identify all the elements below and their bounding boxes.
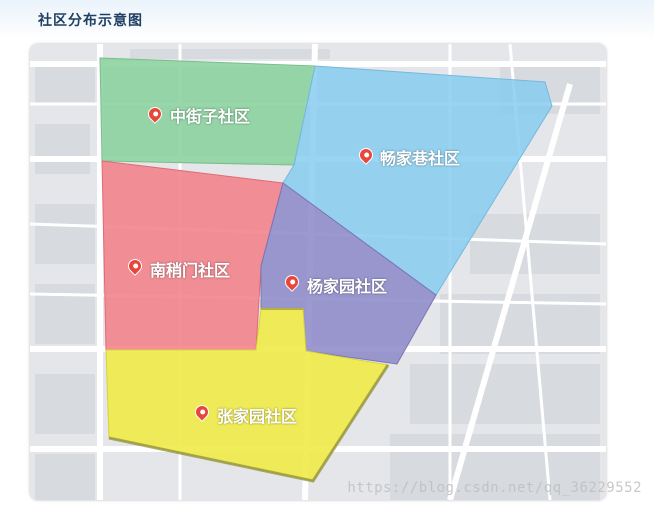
district-label-zhongjiezi: 中街子社区 (170, 107, 251, 126)
district-label-yangjiayuan: 杨家园社区 (307, 277, 388, 296)
map-canvas (30, 44, 606, 500)
map[interactable]: 中街子社区 畅家巷社区 南稍门社区 杨家园社区 张家园社区 (30, 44, 606, 500)
district-label-zhangjiayuan: 张家园社区 (217, 407, 298, 426)
page-title: 社区分布示意图 (38, 13, 143, 29)
watermark: https://blog.csdn.net/qq_36229552 (347, 480, 642, 496)
district-label-nanshaomen: 南稍门社区 (150, 261, 231, 280)
district-nanshaomen (101, 160, 284, 351)
district-label-changjiaxiang: 畅家巷社区 (380, 149, 461, 168)
